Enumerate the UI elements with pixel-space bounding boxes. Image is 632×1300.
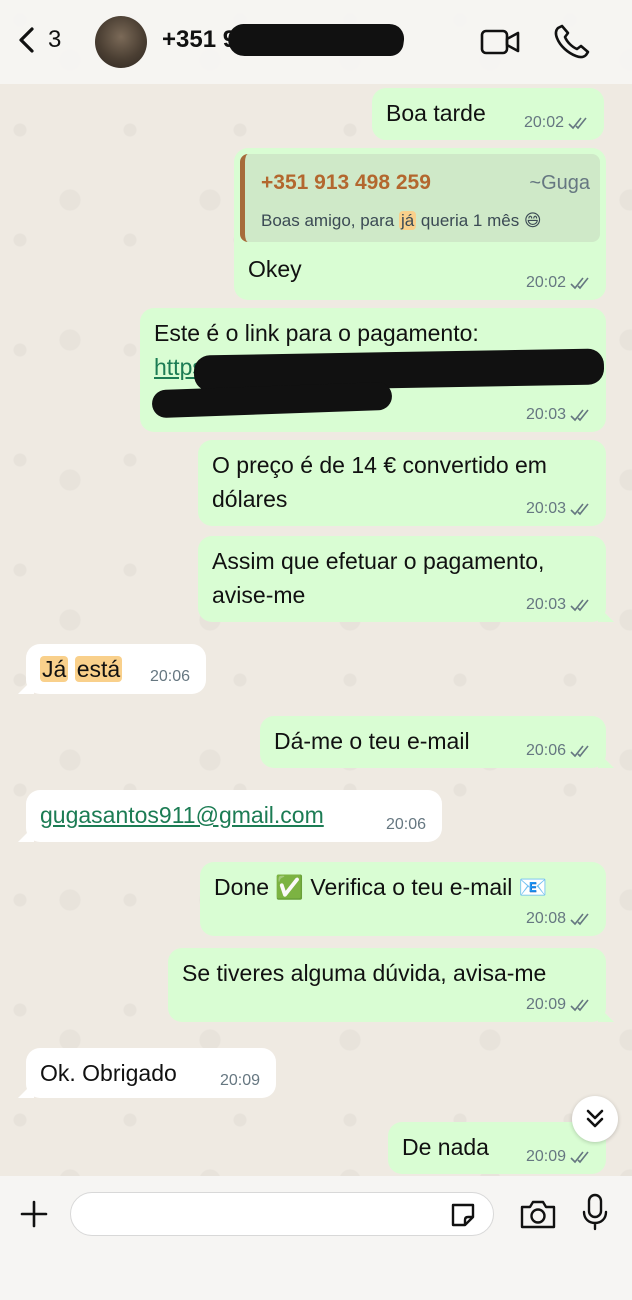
message-text: Este é o link para o pagamento: [154,320,479,346]
read-ticks-icon [570,1151,589,1164]
email-link[interactable]: gugasantos911@gmail.com [40,802,324,828]
message-text-line: O preço é de 14 € convertido em [212,452,547,478]
quoted-message[interactable]: +351 913 498 259 ~Guga Boas amigo, para … [240,154,600,242]
outgoing-message[interactable]: Se tiveres alguma dúvida, avisa-me 20:09 [168,948,614,1022]
message-time: 20:08 [525,910,566,927]
unread-count: 3 [48,26,62,53]
read-ticks-icon [570,745,589,758]
outgoing-message-link[interactable]: Este é o link para o pagamento: https://… [140,308,606,432]
message-time: 20:09 [219,1072,260,1089]
read-ticks-icon [570,503,589,516]
message-text: Okey [248,256,302,282]
outgoing-message[interactable]: Dá-me o teu e-mail 20:06 [260,716,614,768]
message-text: Ok. Obrigado [40,1060,177,1086]
incoming-message[interactable]: gugasantos911@gmail.com 20:06 [18,790,442,842]
read-ticks-icon [570,599,589,612]
message-time: 20:09 [525,996,566,1013]
message-meta: 20:03 [526,596,594,614]
message-text: Se tiveres alguma dúvida, avisa-me [182,960,547,986]
microphone-icon [582,1193,608,1231]
message-meta: 20:02 [526,274,594,292]
message-time: 20:06 [525,742,566,759]
message-text: Done ✅ Verifica o teu e-mail 📧 [214,874,548,900]
outgoing-message[interactable]: Done ✅ Verifica o teu e-mail 📧 20:08 [200,862,606,936]
read-ticks-icon [570,409,589,422]
quote-text-part: Boas amigo, para [261,211,399,230]
double-chevron-down-icon [586,1109,604,1128]
incoming-message[interactable]: Ok. Obrigado 20:09 [18,1048,276,1098]
message-meta: 20:09 [220,1072,260,1090]
plus-icon [20,1200,48,1228]
sticker-button[interactable] [448,1200,478,1235]
incoming-message[interactable]: Já está 20:06 [18,644,206,694]
message-meta: 20:06 [150,668,190,686]
message-meta: 20:09 [526,996,594,1014]
message-meta: 20:08 [526,910,594,928]
message-meta: 20:02 [524,114,592,132]
sticker-icon [451,1203,475,1227]
message-meta: 20:03 [526,406,594,424]
phone-icon [554,24,590,59]
avatar[interactable] [95,16,147,68]
quote-text: Boas amigo, para já queria 1 mês 😄 [261,204,542,238]
camera-button[interactable] [518,1196,558,1237]
attach-button[interactable] [18,1198,50,1235]
message-time: 20:06 [149,668,190,685]
outgoing-message[interactable]: Boa tarde 20:02 [372,88,604,140]
redaction-mark [151,381,393,419]
message-time: 20:03 [525,406,566,423]
message-meta: 20:06 [386,816,426,834]
camera-icon [520,1200,556,1229]
message-time: 20:06 [385,816,426,833]
chat-header: 3 +351 91 [0,0,632,84]
message-time: 20:02 [523,114,564,131]
outgoing-message[interactable]: De nada 20:09 [388,1122,606,1174]
quote-highlight: já [398,211,417,230]
back-button[interactable]: 3 [16,26,61,54]
message-time: 20:02 [525,274,566,291]
message-time: 20:03 [525,500,566,517]
message-time: 20:03 [525,596,566,613]
message-meta: 20:06 [526,742,594,760]
voice-message-button[interactable] [580,1192,610,1237]
redaction-mark [193,348,605,392]
message-highlight: está [74,656,123,682]
composer-bar [0,1176,632,1300]
outgoing-message[interactable]: O preço é de 14 € convertido em dólares … [198,440,606,526]
message-highlight: Já [40,656,69,682]
read-ticks-icon [570,913,589,926]
redaction-mark [225,24,407,56]
scroll-to-bottom-button[interactable] [572,1096,618,1142]
quote-text-part: queria 1 mês 😄 [416,211,542,230]
quote-author: +351 913 498 259 [261,171,431,194]
message-meta: 20:03 [526,500,594,518]
read-ticks-icon [570,277,589,290]
read-ticks-icon [570,999,589,1012]
message-text-line: Assim que efetuar o pagamento, [212,548,545,574]
message-text: Boa tarde [386,100,486,126]
voice-call-button[interactable] [550,22,594,67]
message-time: 20:09 [525,1148,566,1165]
outgoing-message-reply[interactable]: +351 913 498 259 ~Guga Boas amigo, para … [234,148,606,300]
quote-alias: ~Guga [529,172,590,194]
outgoing-message[interactable]: Assim que efetuar o pagamento, avise-me … [198,536,614,622]
message-input[interactable] [70,1192,494,1236]
message-text: De nada [402,1134,489,1160]
video-camera-icon [480,29,520,55]
chevron-left-icon [19,27,34,53]
video-call-button[interactable] [478,22,522,67]
message-meta: 20:09 [526,1148,594,1166]
read-ticks-icon [568,117,587,130]
message-text: Dá-me o teu e-mail [274,728,470,754]
